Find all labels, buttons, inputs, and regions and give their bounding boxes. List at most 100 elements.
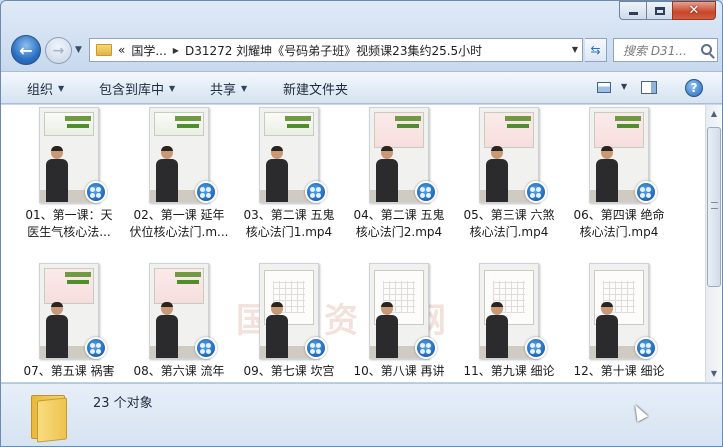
chevron-down-icon: ▼ [241,84,248,93]
file-name-line2: 医生气核心法... [27,225,111,239]
view-options-dropdown-icon[interactable]: ▼ [621,82,627,91]
file-item[interactable]: 03、第二课 五鬼 核心法门1.mp4 [235,107,343,247]
caption-buttons: ✕ [619,1,716,20]
new-folder-button[interactable]: 新建文件夹 [283,72,348,105]
file-name-line1: 02、第一课 延年 [133,208,225,222]
command-bar: 组织 ▼ 包含到库中 ▼ 共享 ▼ 新建文件夹 ▼ ? [1,71,722,104]
file-list[interactable]: 国學资源网 01、第一课：天 医生气核心法... 02、第一课 延年 伏位核心法门.m… [1,105,705,382]
video-player-icon [85,337,107,359]
include-in-library-label: 包含到库中 [99,83,165,98]
search-input[interactable]: 搜索 D31... [623,42,687,59]
minimize-icon [628,12,638,15]
search-icon[interactable] [701,44,712,55]
close-icon: ✕ [688,3,700,18]
help-icon[interactable]: ? [685,79,703,97]
refresh-icon: ⇆ [590,43,601,57]
address-bar[interactable]: « 国学... ▶ D31272 刘耀坤《号码弟子班》视频课23集约25.5小时… [89,38,583,62]
share-menu[interactable]: 共享 ▼ [210,72,247,105]
file-item[interactable]: 10、第八课 再讲 [345,263,453,382]
video-player-icon [635,181,657,203]
file-name: 10、第八课 再讲 [345,363,453,380]
file-name-line1: 12、第十课 细论 [573,364,665,378]
file-item[interactable]: 11、第九课 细论 [455,263,563,382]
preview-pane-icon[interactable] [641,81,657,94]
video-player-icon [525,181,547,203]
file-name: 02、第一课 延年 伏位核心法门.m... [125,207,233,241]
file-name: 04、第二课 五鬼 核心法门2.mp4 [345,207,453,241]
maximize-button[interactable] [646,1,672,20]
item-count: 23 个对象 [93,396,153,411]
chevron-down-icon: ▼ [58,84,65,93]
video-player-icon [195,181,217,203]
chevron-down-icon: ▼ [169,84,176,93]
file-item[interactable]: 05、第三课 六煞 核心法门.mp4 [455,107,563,247]
back-button[interactable]: ← [11,35,41,65]
share-label: 共享 [210,83,237,98]
breadcrumb-separator-icon[interactable]: ▶ [173,46,179,55]
organize-menu[interactable]: 组织 ▼ [27,72,64,105]
file-name-line1: 03、第二课 五鬼 [243,208,335,222]
navigation-bar: ← → ▼ « 国学... ▶ D31272 刘耀坤《号码弟子班》视频课23集约… [7,35,718,65]
file-name-line1: 04、第二课 五鬼 [353,208,445,222]
new-folder-label: 新建文件夹 [283,83,349,98]
details-pane: 23 个对象 [1,383,722,446]
file-name-line2: 核心法门.mp4 [579,225,659,239]
video-player-icon [415,337,437,359]
grip-icon [711,202,718,209]
video-player-icon [525,337,547,359]
maximize-icon [654,6,665,15]
minimize-button[interactable] [619,1,646,20]
scroll-up-icon[interactable]: ▲ [706,105,722,122]
file-item[interactable]: 02、第一课 延年 伏位核心法门.m... [125,107,233,247]
file-name: 12、第十课 细论 [565,363,673,380]
file-name-line1: 05、第三课 六煞 [463,208,555,222]
search-box[interactable]: 搜索 D31... [613,38,718,62]
file-name-line1: 01、第一课：天 [25,208,113,222]
include-in-library-menu[interactable]: 包含到库中 ▼ [99,72,175,105]
video-player-icon [305,181,327,203]
breadcrumb-overflow[interactable]: « [118,43,125,57]
file-name-line1: 08、第六课 流年 [133,364,225,378]
file-name: 06、第四课 绝命 核心法门.mp4 [565,207,673,241]
file-item[interactable]: 07、第五课 祸害 [15,263,123,382]
arrow-right-icon: → [52,42,65,59]
video-player-icon [415,181,437,203]
address-dropdown-icon[interactable]: ▼ [572,45,578,54]
scroll-thumb[interactable] [707,127,721,287]
recent-pages-dropdown[interactable]: ▼ [75,45,82,55]
vertical-scrollbar[interactable]: ▲ ▼ [705,105,722,382]
breadcrumb-item-parent[interactable]: 国学... [131,42,166,59]
forward-button[interactable]: → [45,37,72,64]
file-name-line2: 核心法门1.mp4 [245,225,333,239]
file-name-line1: 07、第五课 祸害 [23,364,115,378]
file-name-line2: 核心法门2.mp4 [355,225,443,239]
video-player-icon [635,337,657,359]
refresh-button[interactable]: ⇆ [585,38,607,62]
breadcrumb-item-current[interactable]: D31272 刘耀坤《号码弟子班》视频课23集约25.5小时 [185,42,482,59]
file-name-line1: 11、第九课 细论 [463,364,555,378]
file-name: 08、第六课 流年 [125,363,233,380]
video-player-icon [85,181,107,203]
file-name-line2: 伏位核心法门.m... [129,225,229,239]
file-item[interactable]: 08、第六课 流年 [125,263,233,382]
file-name: 01、第一课：天 医生气核心法... [15,207,123,241]
file-name: 11、第九课 细论 [455,363,563,380]
file-item[interactable]: 06、第四课 绝命 核心法门.mp4 [565,107,673,247]
close-button[interactable]: ✕ [672,1,716,20]
folder-icon [96,44,112,56]
file-item[interactable]: 12、第十课 细论 [565,263,673,382]
folder-large-icon [31,393,71,443]
file-name: 09、第七课 坎宫 [235,363,343,380]
arrow-left-icon: ← [19,40,33,60]
file-item[interactable]: 04、第二课 五鬼 核心法门2.mp4 [345,107,453,247]
video-player-icon [305,337,327,359]
file-name: 07、第五课 祸害 [15,363,123,380]
mouse-cursor-icon [629,402,649,422]
scroll-down-icon[interactable]: ▼ [706,365,722,382]
file-item[interactable]: 09、第七课 坎宫 [235,263,343,382]
file-name-line1: 06、第四课 绝命 [573,208,665,222]
video-player-icon [195,337,217,359]
change-view-icon[interactable] [597,82,611,93]
file-item[interactable]: 01、第一课：天 医生气核心法... [15,107,123,247]
organize-label: 组织 [27,83,54,98]
